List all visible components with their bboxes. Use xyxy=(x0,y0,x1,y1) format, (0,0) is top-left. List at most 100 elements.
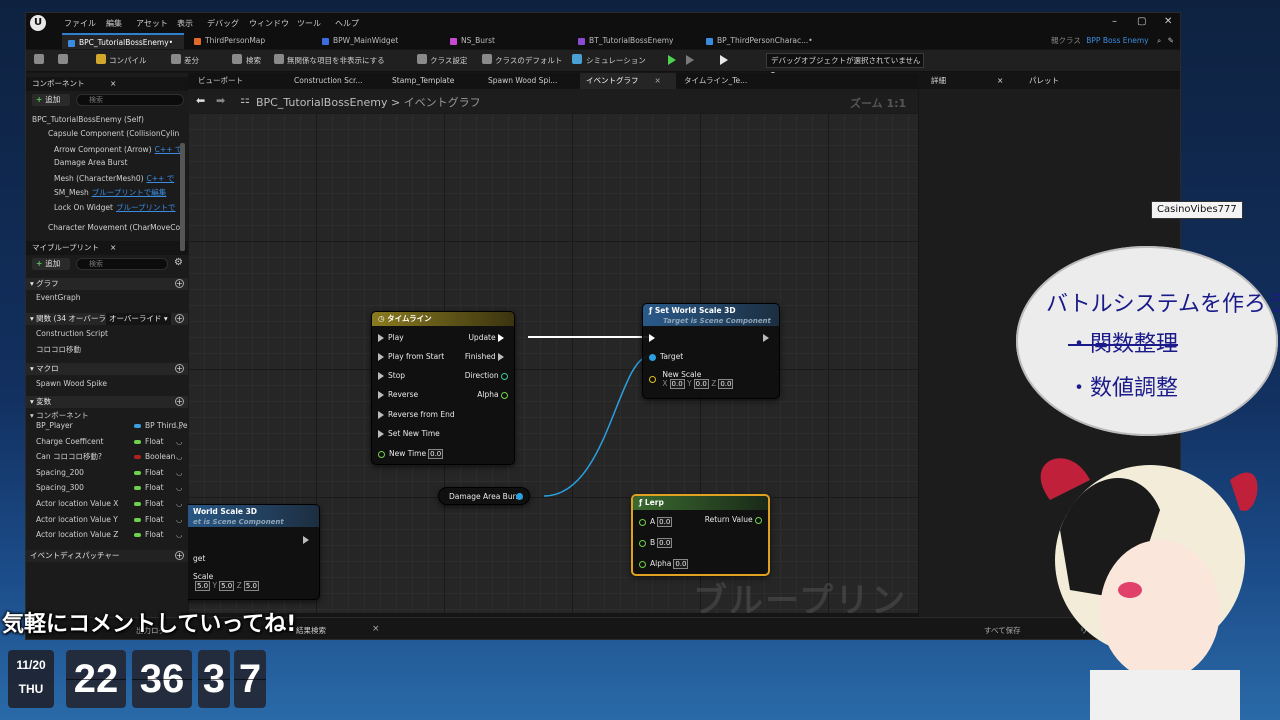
timeline-pin-play[interactable]: Play xyxy=(378,333,404,342)
tab-stamp-template[interactable]: Stamp_Template xyxy=(392,73,454,89)
scale2-y-value[interactable]: 5.0 xyxy=(219,581,235,591)
eye-icon[interactable]: ◡ xyxy=(176,435,183,449)
set-world-scale-2-exec-out[interactable] xyxy=(303,535,313,544)
variable-row[interactable]: Spacing_200 Float ◡ xyxy=(26,466,188,480)
add-icon[interactable]: + xyxy=(175,364,184,373)
eye-icon[interactable]: ◡ xyxy=(176,497,183,511)
add-icon[interactable]: + xyxy=(175,314,184,323)
component-character-movement[interactable]: Character Movement (CharMoveCo xyxy=(48,223,180,232)
set-world-scale-node[interactable]: ƒ Set World Scale 3D Target is Scene Com… xyxy=(642,303,780,399)
timeline-pin-set-new-time[interactable]: Set New Time xyxy=(378,429,440,438)
component-damage-area-burst[interactable]: Damage Area Burst xyxy=(54,158,128,167)
event-dispatchers-category[interactable]: イベントディスパッチャー + xyxy=(26,550,188,562)
doc-tab-ns-burst[interactable]: NS_Burst xyxy=(450,33,495,49)
close-tab-icon[interactable]: × xyxy=(372,624,380,634)
scale2-x-value[interactable]: 5.0 xyxy=(195,581,211,591)
close-tab-icon[interactable]: × xyxy=(655,76,661,85)
timeline-pin-update[interactable]: Update xyxy=(468,333,508,342)
scale-y-value[interactable]: 0.0 xyxy=(693,379,709,389)
variable-type[interactable]: Float xyxy=(134,528,164,542)
set-world-scale-exec-in[interactable] xyxy=(649,333,659,342)
lerp-alpha-value[interactable]: 0.0 xyxy=(673,559,689,569)
step-icon[interactable] xyxy=(686,55,694,65)
class-settings-icon[interactable] xyxy=(417,54,427,64)
class-defaults-button[interactable]: クラスのデフォルト xyxy=(495,55,562,66)
macro-spawn-wood-spike[interactable]: Spawn Wood Spike xyxy=(36,379,107,388)
tab-spawn-wood-spike[interactable]: Spawn Wood Spi... xyxy=(488,73,557,89)
component-lock-on-widget[interactable]: Lock On Widget ブループリントで xyxy=(54,202,176,213)
component-capsule[interactable]: Capsule Component (CollisionCylin xyxy=(48,129,179,138)
hide-unrelated-icon[interactable] xyxy=(274,54,284,64)
lerp-pin-b[interactable]: B 0.0 xyxy=(639,538,673,548)
component-sm-mesh[interactable]: SM_Mesh ブループリントで編集 xyxy=(54,187,166,198)
new-time-value[interactable]: 0.0 xyxy=(428,449,444,459)
add-icon[interactable]: + xyxy=(175,551,184,560)
function-construction-script[interactable]: Construction Script xyxy=(36,329,108,338)
minimize-icon[interactable]: – xyxy=(1112,16,1117,27)
timeline-pin-alpha[interactable]: Alpha xyxy=(477,390,508,399)
timeline-pin-stop[interactable]: Stop xyxy=(378,371,405,380)
lerp-pin-a[interactable]: A 0.0 xyxy=(639,517,673,527)
unreal-logo-icon[interactable]: U xyxy=(30,15,46,31)
timeline-pin-play-from-start[interactable]: Play from Start xyxy=(378,352,444,361)
my-blueprint-search-input[interactable]: 検索 xyxy=(76,258,168,270)
doc-tab-thirdpersonmap[interactable]: ThirdPersonMap xyxy=(194,33,265,49)
eye-icon[interactable]: ◡ xyxy=(176,481,183,495)
lerp-b-value[interactable]: 0.0 xyxy=(657,538,673,548)
variable-type[interactable]: Float xyxy=(134,481,164,495)
close-window-icon[interactable]: ✕ xyxy=(1164,16,1172,27)
variable-type[interactable]: Boolean xyxy=(134,450,175,464)
diff-button[interactable]: 差分 xyxy=(184,55,199,66)
search-icon[interactable]: ⌕ xyxy=(1157,36,1161,45)
menu-help[interactable]: ヘルプ xyxy=(335,18,359,29)
variable-row[interactable]: Spacing_300 Float ◡ xyxy=(26,481,188,495)
tab-event-graph[interactable]: イベントグラフ × xyxy=(580,73,676,89)
hide-unrelated-button[interactable]: 無関係な項目を非表示にする xyxy=(287,55,385,66)
variable-row[interactable]: Charge Coefficent Float ◡ xyxy=(26,435,188,449)
back-arrow-icon[interactable]: ⬅ xyxy=(196,94,205,107)
graph-category[interactable]: ▾ グラフ + xyxy=(26,278,188,290)
eye-icon[interactable]: ◡ xyxy=(176,419,183,433)
event-graph-canvas[interactable]: ◷ タイムライン Play Play from Start Stop Rever… xyxy=(188,113,918,613)
maximize-icon[interactable]: ▢ xyxy=(1137,16,1146,27)
tab-timeline[interactable]: タイムライン_Te... xyxy=(684,73,747,89)
timeline-pin-new-time[interactable]: New Time 0.0 xyxy=(378,449,444,459)
scale2-z-value[interactable]: 5.0 xyxy=(243,581,259,591)
play-icon[interactable] xyxy=(668,55,676,65)
set-world-scale-2-target[interactable]: get xyxy=(193,554,205,563)
compile-icon[interactable] xyxy=(96,54,106,64)
tab-viewport[interactable]: ビューポート xyxy=(198,73,243,89)
find-results-tab[interactable]: 結果検索 xyxy=(296,625,326,636)
override-dropdown[interactable]: オーバーライド ▾ xyxy=(106,313,171,325)
eye-icon[interactable]: ◡ xyxy=(176,513,183,527)
event-graph-item[interactable]: EventGraph xyxy=(36,293,81,302)
damage-area-burst-out-pin[interactable] xyxy=(516,493,523,500)
lerp-a-value[interactable]: 0.0 xyxy=(657,517,673,527)
find-icon[interactable] xyxy=(232,54,242,64)
scale-z-value[interactable]: 0.0 xyxy=(718,379,734,389)
doc-tab-bt-tutorialbossenemy[interactable]: BT_TutorialBossEnemy xyxy=(578,33,673,49)
edit-icon[interactable]: ✎ xyxy=(1168,36,1174,45)
eye-icon[interactable]: ◡ xyxy=(176,466,183,480)
simulation-button[interactable]: シミュレーション xyxy=(586,55,646,66)
debug-object-dropdown[interactable]: デバッグオブジェクトが選択されていません ▾ xyxy=(766,53,924,78)
macros-category[interactable]: ▾ マクロ + xyxy=(26,363,188,375)
simulation-icon[interactable] xyxy=(572,54,582,64)
variable-row[interactable]: Can コロコロ移動? Boolean ◡ xyxy=(26,450,188,464)
scale-x-value[interactable]: 0.0 xyxy=(669,379,685,389)
set-world-scale-exec-out[interactable] xyxy=(763,333,773,342)
save-icon[interactable] xyxy=(34,54,44,64)
variable-row[interactable]: Actor location Value X Float ◡ xyxy=(26,497,188,511)
advance-icon[interactable] xyxy=(720,55,728,65)
menu-view[interactable]: 表示 xyxy=(177,18,193,29)
component-self[interactable]: BPC_TutorialBossEnemy (Self) xyxy=(32,115,144,124)
set-world-scale-new-scale[interactable]: New Scale X 0.0 Y 0.0 Z 0.0 xyxy=(649,370,734,389)
menu-asset[interactable]: アセット xyxy=(136,18,168,29)
add-member-button[interactable]: 追加 xyxy=(32,258,70,270)
menu-file[interactable]: ファイル xyxy=(64,18,96,29)
menu-edit[interactable]: 編集 xyxy=(106,18,122,29)
compile-button[interactable]: コンパイル xyxy=(109,55,147,66)
close-panel-icon[interactable]: × xyxy=(110,241,116,255)
variable-type[interactable]: Float xyxy=(134,466,164,480)
functions-category[interactable]: ▾ 関数 (34 オーバーライド オーバーライド ▾ + xyxy=(26,313,188,325)
